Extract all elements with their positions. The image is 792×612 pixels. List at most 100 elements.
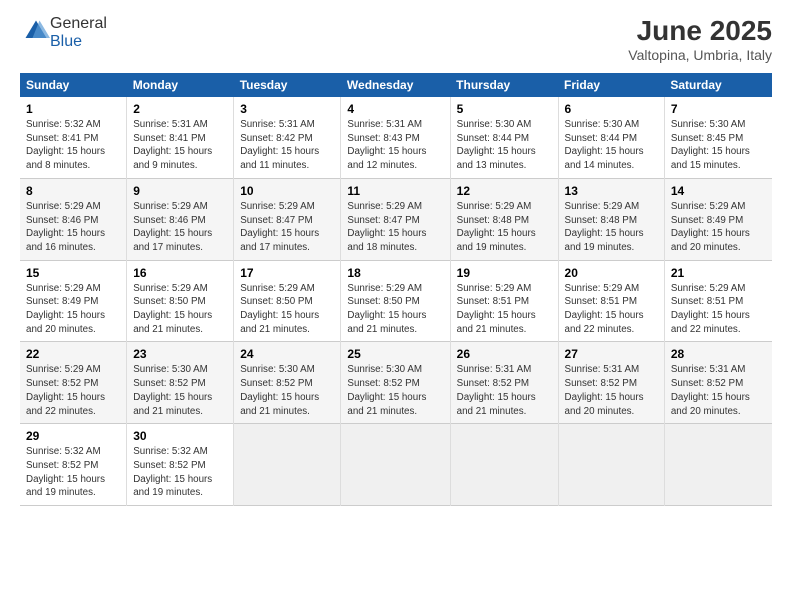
table-cell bbox=[450, 424, 558, 506]
col-tuesday: Tuesday bbox=[234, 73, 341, 97]
title-block: June 2025 Valtopina, Umbria, Italy bbox=[628, 15, 772, 63]
day-info: Sunrise: 5:32 AM Sunset: 8:52 PM Dayligh… bbox=[26, 445, 120, 500]
table-cell: 20Sunrise: 5:29 AM Sunset: 8:51 PM Dayli… bbox=[558, 260, 664, 342]
table-cell: 17 Sunrise: 5:29 AM Sunset: 8:50 PM Dayli… bbox=[234, 260, 341, 342]
page: General Blue June 2025 Valtopina, Umbria… bbox=[0, 0, 792, 612]
day-info: Sunrise: 5:31 AM Sunset: 8:41 PM Dayligh… bbox=[133, 118, 227, 173]
calendar-header-row: Sunday Monday Tuesday Wednesday Thursday… bbox=[20, 73, 772, 97]
table-cell: 28Sunrise: 5:31 AM Sunset: 8:52 PM Dayli… bbox=[664, 342, 772, 424]
day-number: 10 bbox=[240, 184, 334, 198]
table-cell: 7Sunrise: 5:30 AM Sunset: 8:45 PM Daylig… bbox=[664, 97, 772, 178]
table-cell: 1 Sunrise: 5:32 AM Sunset: 8:41 PM Daylig… bbox=[20, 97, 127, 178]
table-cell: 15 Sunrise: 5:29 AM Sunset: 8:49 PM Dayli… bbox=[20, 260, 127, 342]
day-info: Sunrise: 5:29 AM Sunset: 8:51 PM Dayligh… bbox=[671, 282, 766, 337]
day-number: 27 bbox=[565, 347, 658, 361]
day-number: 29 bbox=[26, 429, 120, 443]
col-wednesday: Wednesday bbox=[341, 73, 450, 97]
day-info: Sunrise: 5:31 AM Sunset: 8:52 PM Dayligh… bbox=[565, 363, 658, 418]
day-info: Sunrise: 5:29 AM Sunset: 8:50 PM Dayligh… bbox=[133, 282, 227, 337]
day-info: Sunrise: 5:30 AM Sunset: 8:52 PM Dayligh… bbox=[240, 363, 334, 418]
header: General Blue June 2025 Valtopina, Umbria… bbox=[20, 15, 772, 63]
day-number: 18 bbox=[347, 266, 443, 280]
table-cell: 22 Sunrise: 5:29 AM Sunset: 8:52 PM Dayli… bbox=[20, 342, 127, 424]
table-cell: 19 Sunrise: 5:29 AM Sunset: 8:51 PM Dayli… bbox=[450, 260, 558, 342]
day-info: Sunrise: 5:29 AM Sunset: 8:48 PM Dayligh… bbox=[565, 200, 658, 255]
day-number: 12 bbox=[457, 184, 552, 198]
logo: General Blue bbox=[20, 15, 107, 51]
table-cell: 23 Sunrise: 5:30 AM Sunset: 8:52 PM Dayli… bbox=[127, 342, 234, 424]
table-cell: 12Sunrise: 5:29 AM Sunset: 8:48 PM Dayli… bbox=[450, 178, 558, 260]
table-cell bbox=[234, 424, 341, 506]
day-number: 23 bbox=[133, 347, 227, 361]
table-cell: 13 Sunrise: 5:29 AM Sunset: 8:48 PM Dayli… bbox=[558, 178, 664, 260]
day-number: 2 bbox=[133, 102, 227, 116]
day-number: 13 bbox=[565, 184, 658, 198]
day-info: Sunrise: 5:29 AM Sunset: 8:52 PM Dayligh… bbox=[26, 363, 120, 418]
day-number: 24 bbox=[240, 347, 334, 361]
day-info: Sunrise: 5:29 AM Sunset: 8:46 PM Dayligh… bbox=[26, 200, 120, 255]
table-cell: 18 Sunrise: 5:29 AM Sunset: 8:50 PM Dayli… bbox=[341, 260, 450, 342]
table-cell: 29 Sunrise: 5:32 AM Sunset: 8:52 PM Dayli… bbox=[20, 424, 127, 506]
table-cell: 2 Sunrise: 5:31 AM Sunset: 8:41 PM Daylig… bbox=[127, 97, 234, 178]
day-info: Sunrise: 5:30 AM Sunset: 8:52 PM Dayligh… bbox=[133, 363, 227, 418]
logo-general-text: General bbox=[50, 15, 107, 32]
day-info: Sunrise: 5:29 AM Sunset: 8:47 PM Dayligh… bbox=[240, 200, 334, 255]
table-cell bbox=[664, 424, 772, 506]
day-number: 22 bbox=[26, 347, 120, 361]
table-cell: 10 Sunrise: 5:29 AM Sunset: 8:47 PM Dayli… bbox=[234, 178, 341, 260]
day-info: Sunrise: 5:29 AM Sunset: 8:50 PM Dayligh… bbox=[240, 282, 334, 337]
day-info: Sunrise: 5:32 AM Sunset: 8:52 PM Dayligh… bbox=[133, 445, 227, 500]
day-number: 30 bbox=[133, 429, 227, 443]
calendar-table: Sunday Monday Tuesday Wednesday Thursday… bbox=[20, 73, 772, 506]
day-info: Sunrise: 5:32 AM Sunset: 8:41 PM Dayligh… bbox=[26, 118, 120, 173]
day-info: Sunrise: 5:30 AM Sunset: 8:45 PM Dayligh… bbox=[671, 118, 766, 173]
day-number: 3 bbox=[240, 102, 334, 116]
day-number: 1 bbox=[26, 102, 120, 116]
logo-blue-text: Blue bbox=[50, 33, 82, 50]
day-info: Sunrise: 5:29 AM Sunset: 8:51 PM Dayligh… bbox=[565, 282, 658, 337]
day-number: 9 bbox=[133, 184, 227, 198]
table-cell: 24 Sunrise: 5:30 AM Sunset: 8:52 PM Dayli… bbox=[234, 342, 341, 424]
table-cell: 14Sunrise: 5:29 AM Sunset: 8:49 PM Dayli… bbox=[664, 178, 772, 260]
day-info: Sunrise: 5:31 AM Sunset: 8:52 PM Dayligh… bbox=[457, 363, 552, 418]
table-cell: 3 Sunrise: 5:31 AM Sunset: 8:42 PM Daylig… bbox=[234, 97, 341, 178]
day-info: Sunrise: 5:31 AM Sunset: 8:43 PM Dayligh… bbox=[347, 118, 443, 173]
col-monday: Monday bbox=[127, 73, 234, 97]
calendar-week-row: 15 Sunrise: 5:29 AM Sunset: 8:49 PM Dayli… bbox=[20, 260, 772, 342]
day-info: Sunrise: 5:29 AM Sunset: 8:46 PM Dayligh… bbox=[133, 200, 227, 255]
table-cell: 26Sunrise: 5:31 AM Sunset: 8:52 PM Dayli… bbox=[450, 342, 558, 424]
day-number: 6 bbox=[565, 102, 658, 116]
col-sunday: Sunday bbox=[20, 73, 127, 97]
table-cell: 21Sunrise: 5:29 AM Sunset: 8:51 PM Dayli… bbox=[664, 260, 772, 342]
col-saturday: Saturday bbox=[664, 73, 772, 97]
subtitle: Valtopina, Umbria, Italy bbox=[628, 47, 772, 63]
table-cell bbox=[341, 424, 450, 506]
day-number: 19 bbox=[457, 266, 552, 280]
day-number: 4 bbox=[347, 102, 443, 116]
table-cell: 5 Sunrise: 5:30 AM Sunset: 8:44 PM Daylig… bbox=[450, 97, 558, 178]
table-cell: 11 Sunrise: 5:29 AM Sunset: 8:47 PM Dayli… bbox=[341, 178, 450, 260]
day-info: Sunrise: 5:29 AM Sunset: 8:51 PM Dayligh… bbox=[457, 282, 552, 337]
day-number: 14 bbox=[671, 184, 766, 198]
table-cell: 16 Sunrise: 5:29 AM Sunset: 8:50 PM Dayli… bbox=[127, 260, 234, 342]
day-info: Sunrise: 5:29 AM Sunset: 8:47 PM Dayligh… bbox=[347, 200, 443, 255]
main-title: June 2025 bbox=[628, 15, 772, 47]
table-cell: 30 Sunrise: 5:32 AM Sunset: 8:52 PM Dayli… bbox=[127, 424, 234, 506]
calendar-week-row: 22 Sunrise: 5:29 AM Sunset: 8:52 PM Dayli… bbox=[20, 342, 772, 424]
day-number: 11 bbox=[347, 184, 443, 198]
day-info: Sunrise: 5:31 AM Sunset: 8:42 PM Dayligh… bbox=[240, 118, 334, 173]
day-info: Sunrise: 5:29 AM Sunset: 8:50 PM Dayligh… bbox=[347, 282, 443, 337]
day-info: Sunrise: 5:30 AM Sunset: 8:44 PM Dayligh… bbox=[457, 118, 552, 173]
table-cell: 9 Sunrise: 5:29 AM Sunset: 8:46 PM Daylig… bbox=[127, 178, 234, 260]
table-cell: 25Sunrise: 5:30 AM Sunset: 8:52 PM Dayli… bbox=[341, 342, 450, 424]
day-number: 17 bbox=[240, 266, 334, 280]
day-number: 15 bbox=[26, 266, 120, 280]
day-number: 5 bbox=[457, 102, 552, 116]
day-info: Sunrise: 5:29 AM Sunset: 8:49 PM Dayligh… bbox=[26, 282, 120, 337]
logo-icon bbox=[22, 17, 50, 45]
day-number: 28 bbox=[671, 347, 766, 361]
day-info: Sunrise: 5:30 AM Sunset: 8:52 PM Dayligh… bbox=[347, 363, 443, 418]
day-number: 8 bbox=[26, 184, 120, 198]
day-number: 16 bbox=[133, 266, 227, 280]
col-thursday: Thursday bbox=[450, 73, 558, 97]
